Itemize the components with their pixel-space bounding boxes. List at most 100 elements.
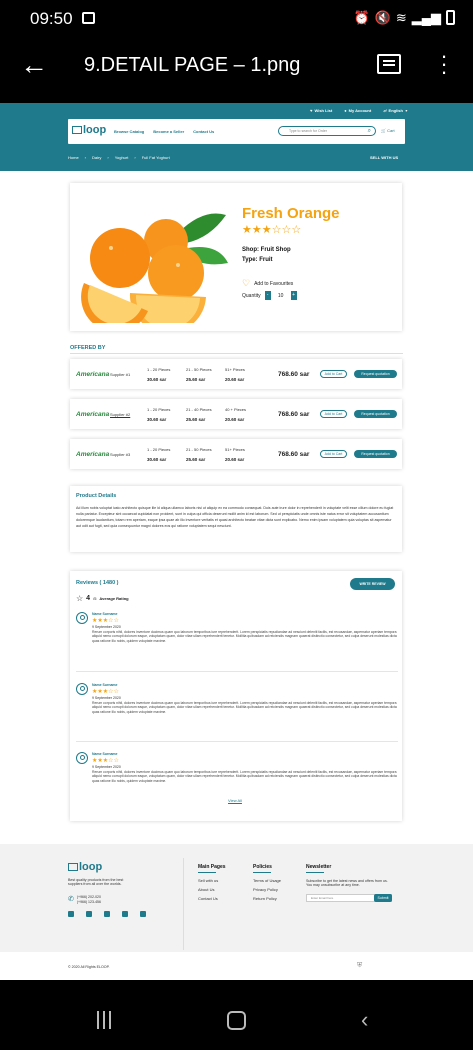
footer-link[interactable]: Privacy Policy — [253, 887, 281, 892]
footer-logo[interactable]: loop — [68, 861, 102, 873]
language-select[interactable]: ⇄ English ▾ — [383, 108, 407, 113]
footer-link[interactable]: Return Policy — [253, 896, 281, 901]
phone-number[interactable]: (+966) 123-456 — [77, 900, 101, 904]
heading-underline — [306, 872, 324, 873]
search-icon[interactable]: ⌕ — [368, 127, 371, 135]
divider — [183, 858, 184, 950]
review-text: Rerum corporis nihil, dolores inventore … — [92, 770, 397, 783]
logo-text: loop — [83, 124, 107, 136]
product-shop: Shop: Fruit Shop — [242, 247, 291, 253]
tier-range: 1 - 20 Pieces — [147, 367, 171, 372]
breadcrumb-dairy[interactable]: Dairy — [92, 155, 101, 160]
request-quotation-button[interactable]: Request quotation — [354, 410, 397, 418]
star-outline-icon: ☆ — [76, 594, 84, 603]
add-to-cart-button[interactable]: Add to Cart — [320, 410, 347, 418]
offered-by-heading: OFFERED BY — [70, 345, 106, 351]
add-to-cart-button[interactable]: Add to Cart — [320, 450, 347, 458]
offer-row: Americana Supplier #1 1 - 20 Pieces 30.60… — [70, 359, 402, 389]
price-tier: 51+ Pieces 20.60 sar — [225, 447, 245, 462]
quantity-stepper: Quantity - 10 + — [242, 291, 297, 300]
review-stars: ★★★☆☆ — [92, 757, 119, 764]
instagram-icon[interactable] — [104, 911, 110, 917]
phone-icon: ✆ — [68, 896, 74, 903]
nav-become-seller[interactable]: Become a Seller — [153, 129, 184, 134]
review-stars-filled: ★★★ — [92, 758, 109, 764]
logo-mark — [68, 863, 78, 871]
user-icon: ● — [344, 108, 347, 113]
write-review-button[interactable]: WRITE REVIEW — [350, 578, 395, 590]
divider — [76, 741, 398, 742]
supplier-logo: Americana — [76, 451, 110, 458]
review-stars: ★★★☆☆ — [92, 617, 119, 624]
main-nav: loop Browse Catalog Become a Seller Cont… — [68, 119, 405, 144]
average-rating-label: Average Rating — [99, 596, 129, 601]
average-rating-value: 4 — [86, 595, 91, 602]
heart-outline-icon: ♡ — [242, 278, 251, 288]
offer-total: 768.60 sar — [278, 411, 310, 418]
page-canvas: ♥ Wish List ● My Account ⇄ English ▾ loop Br… — [0, 103, 473, 980]
heart-icon: ♥ — [310, 108, 313, 113]
review-date: 9 September 2020 — [92, 765, 121, 769]
sell-with-us-link[interactable]: SELL WITH US — [370, 155, 398, 160]
product-rating: ★★★☆☆☆ — [242, 223, 301, 236]
offer-row: Americana Supplier #2 1 - 20 Pieces 30.60… — [70, 399, 402, 429]
phone-number[interactable]: (+966) 202-020 — [77, 895, 101, 899]
gallery-icon — [82, 12, 95, 24]
tier-price: 25.60 sar — [186, 457, 206, 462]
tier-price: 25.60 sar — [186, 417, 206, 422]
nav-browse-catalog[interactable]: Browse Catalog — [114, 129, 144, 134]
quantity-plus-button[interactable]: + — [290, 291, 297, 300]
request-quotation-button[interactable]: Request quotation — [354, 370, 397, 378]
home-icon[interactable] — [227, 1011, 246, 1030]
facebook-icon[interactable] — [68, 911, 74, 917]
tier-range: 21 - 50 Pieces — [186, 447, 212, 452]
add-to-cart-button[interactable]: Add to Cart — [320, 370, 347, 378]
cart-link[interactable]: 🛒 Cart — [381, 128, 395, 133]
comment-icon[interactable] — [377, 54, 401, 74]
supplier-name[interactable]: Supplier #1 — [110, 372, 130, 377]
footer-description: Best quality products from the best supp… — [68, 878, 124, 887]
quantity-value[interactable]: 10 — [275, 293, 287, 299]
youtube-icon[interactable] — [140, 911, 146, 917]
footer-link[interactable]: Contact Us — [198, 896, 226, 901]
footer-main-pages: Main Pages Sell with us About Us Contact… — [198, 864, 226, 905]
offer-total: 768.60 sar — [278, 371, 310, 378]
newsletter-submit-button[interactable]: Submit — [374, 894, 392, 902]
reviewer-name: Name Surname — [92, 612, 118, 616]
back-icon[interactable]: ‹ — [361, 1009, 368, 1031]
breadcrumb-yoghurt[interactable]: Yoghurt — [115, 155, 129, 160]
review-item: Name Surname ★★★☆☆ 9 September 2020 Reru… — [76, 683, 398, 749]
nav-links: Browse Catalog Become a Seller Contact U… — [114, 129, 214, 134]
supplier-name[interactable]: Supplier #3 — [110, 452, 130, 457]
top-bar: ♥ Wish List ● My Account ⇄ English ▾ — [310, 108, 407, 113]
add-to-favourites-button[interactable]: ♡ Add to Favourites — [242, 278, 293, 289]
footer-link[interactable]: Sell with us — [198, 878, 226, 883]
request-quotation-button[interactable]: Request quotation — [354, 450, 397, 458]
tier-range: 1 - 20 Pieces — [147, 447, 171, 452]
logo[interactable]: loop — [72, 124, 106, 136]
tier-range: 21 - 40 Pieces — [186, 407, 212, 412]
logo-text: loop — [79, 861, 103, 873]
account-link[interactable]: ● My Account — [344, 108, 371, 113]
wishlist-link[interactable]: ♥ Wish List — [310, 108, 332, 113]
site-header: ♥ Wish List ● My Account ⇄ English ▾ loop Br… — [0, 103, 473, 171]
view-all-reviews-link[interactable]: View All — [228, 798, 242, 803]
status-bar: 09:50 ⏰ 🔇 ≋ ▂▄▆ — [0, 0, 473, 38]
footer-heading: Main Pages — [198, 864, 226, 870]
supplier-name[interactable]: Supplier #2 — [110, 412, 130, 417]
pinterest-icon[interactable] — [122, 911, 128, 917]
more-options-icon[interactable]: · · · — [440, 45, 448, 83]
back-arrow-icon[interactable]: ← — [20, 50, 48, 80]
footer-policies: Policies Terms of Usage Privacy Policy R… — [253, 864, 281, 905]
wishlist-label: Wish List — [314, 108, 333, 113]
twitter-icon[interactable] — [86, 911, 92, 917]
footer-link[interactable]: About Us — [198, 887, 226, 892]
search-input[interactable]: Type to search for Order ⌕ — [278, 126, 376, 136]
quantity-minus-button[interactable]: - — [264, 291, 271, 300]
review-stars-filled: ★★★ — [92, 689, 109, 695]
avatar-icon — [76, 683, 88, 695]
breadcrumb-home[interactable]: Home — [68, 155, 79, 160]
nav-contact-us[interactable]: Contact Us — [193, 129, 214, 134]
recent-apps-icon[interactable] — [95, 1011, 113, 1029]
footer-link[interactable]: Terms of Usage — [253, 878, 281, 883]
